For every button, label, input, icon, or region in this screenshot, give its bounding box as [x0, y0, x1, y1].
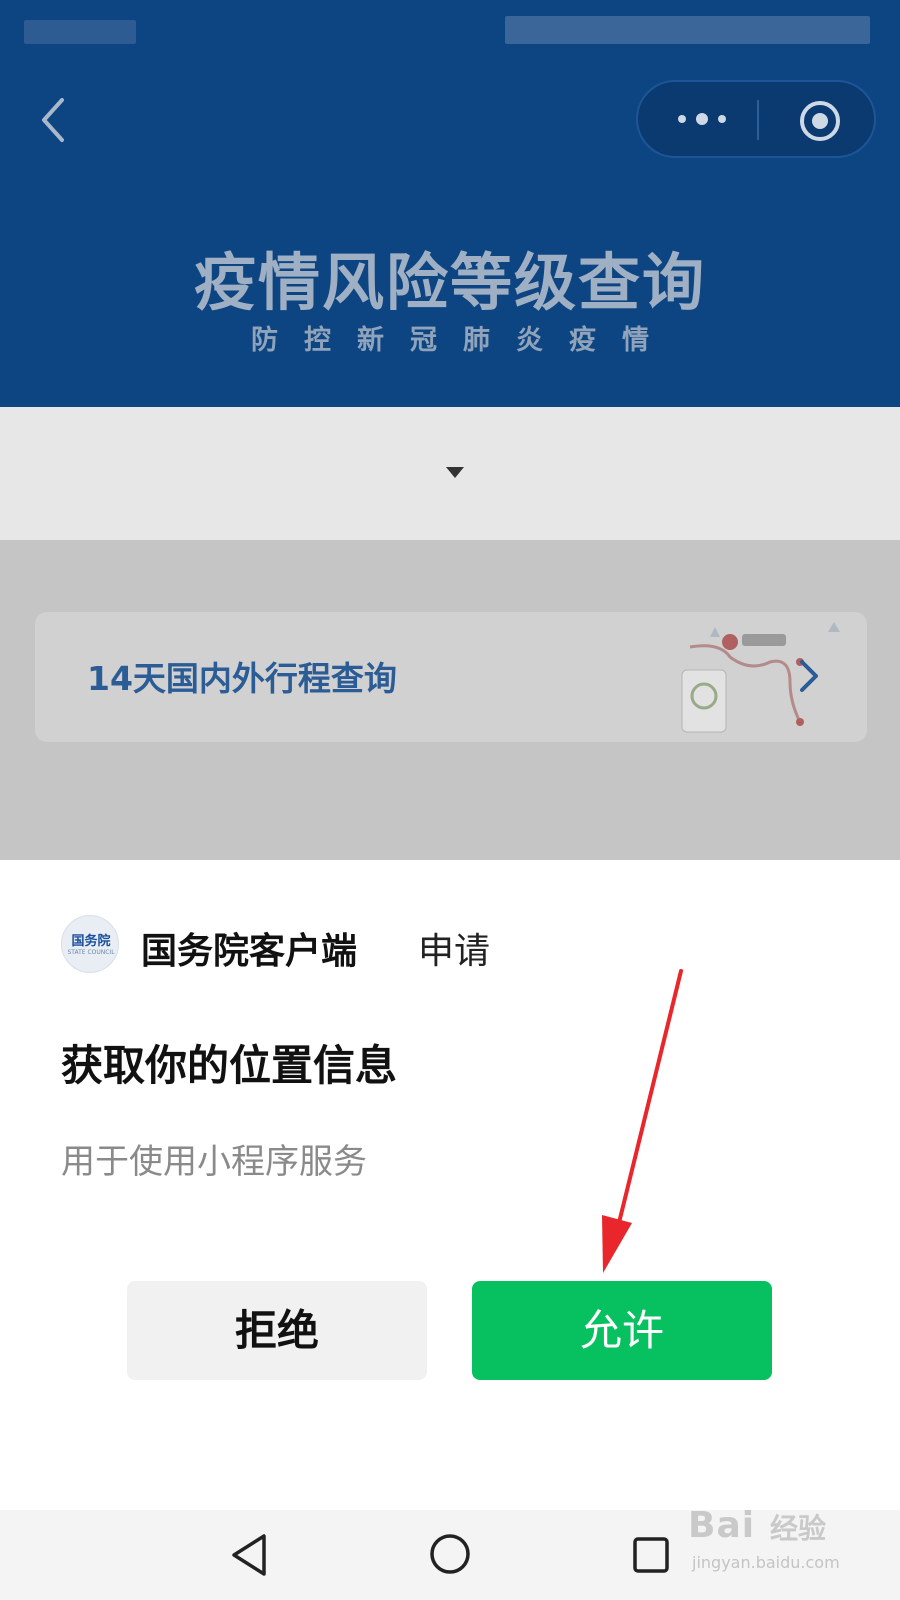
baidu-jingyan-watermark: Bai 经验 jingyan.baidu.com — [688, 1505, 888, 1585]
deny-button[interactable]: 拒绝 — [127, 1281, 427, 1380]
watermark-brand: 经验 — [770, 1512, 827, 1545]
dialog-title: 获取你的位置信息 — [61, 1041, 398, 1090]
nav-recent-apps-icon[interactable] — [632, 1536, 670, 1574]
watermark-logo: Bai — [688, 1505, 756, 1546]
nav-home-icon[interactable] — [428, 1532, 472, 1576]
app-name: 国务院客户端 — [141, 931, 358, 972]
itinerary-query-card[interactable]: 14天国内外行程查询 — [35, 612, 867, 742]
status-bar — [0, 0, 900, 60]
more-dots-icon[interactable] — [672, 109, 732, 129]
capsule-divider — [757, 100, 759, 140]
allow-button[interactable]: 允许 — [472, 1281, 772, 1380]
page-subtitle: 防控新冠肺炎疫情 — [251, 325, 675, 356]
red-annotation-arrow — [590, 965, 690, 1285]
page-title: 疫情风险等级查询 — [193, 246, 706, 319]
watermark-url: jingyan.baidu.com — [692, 1553, 840, 1572]
dialog-description: 用于使用小程序服务 — [61, 1142, 367, 1182]
close-target-icon[interactable] — [798, 99, 842, 143]
back-chevron-icon[interactable] — [30, 90, 80, 150]
dropdown-caret-icon[interactable] — [446, 467, 464, 478]
itinerary-query-label: 14天国内外行程查询 — [87, 659, 397, 698]
capsule-menu — [636, 80, 876, 158]
app-logo: 国务院 STATE COUNCIL — [61, 915, 119, 973]
app-logo-subtext: STATE COUNCIL — [67, 949, 115, 956]
nav-back-icon[interactable] — [228, 1532, 272, 1578]
chevron-right-icon — [797, 658, 821, 694]
app-logo-text: 国务院 — [71, 934, 111, 949]
request-label: 申请 — [418, 931, 491, 972]
